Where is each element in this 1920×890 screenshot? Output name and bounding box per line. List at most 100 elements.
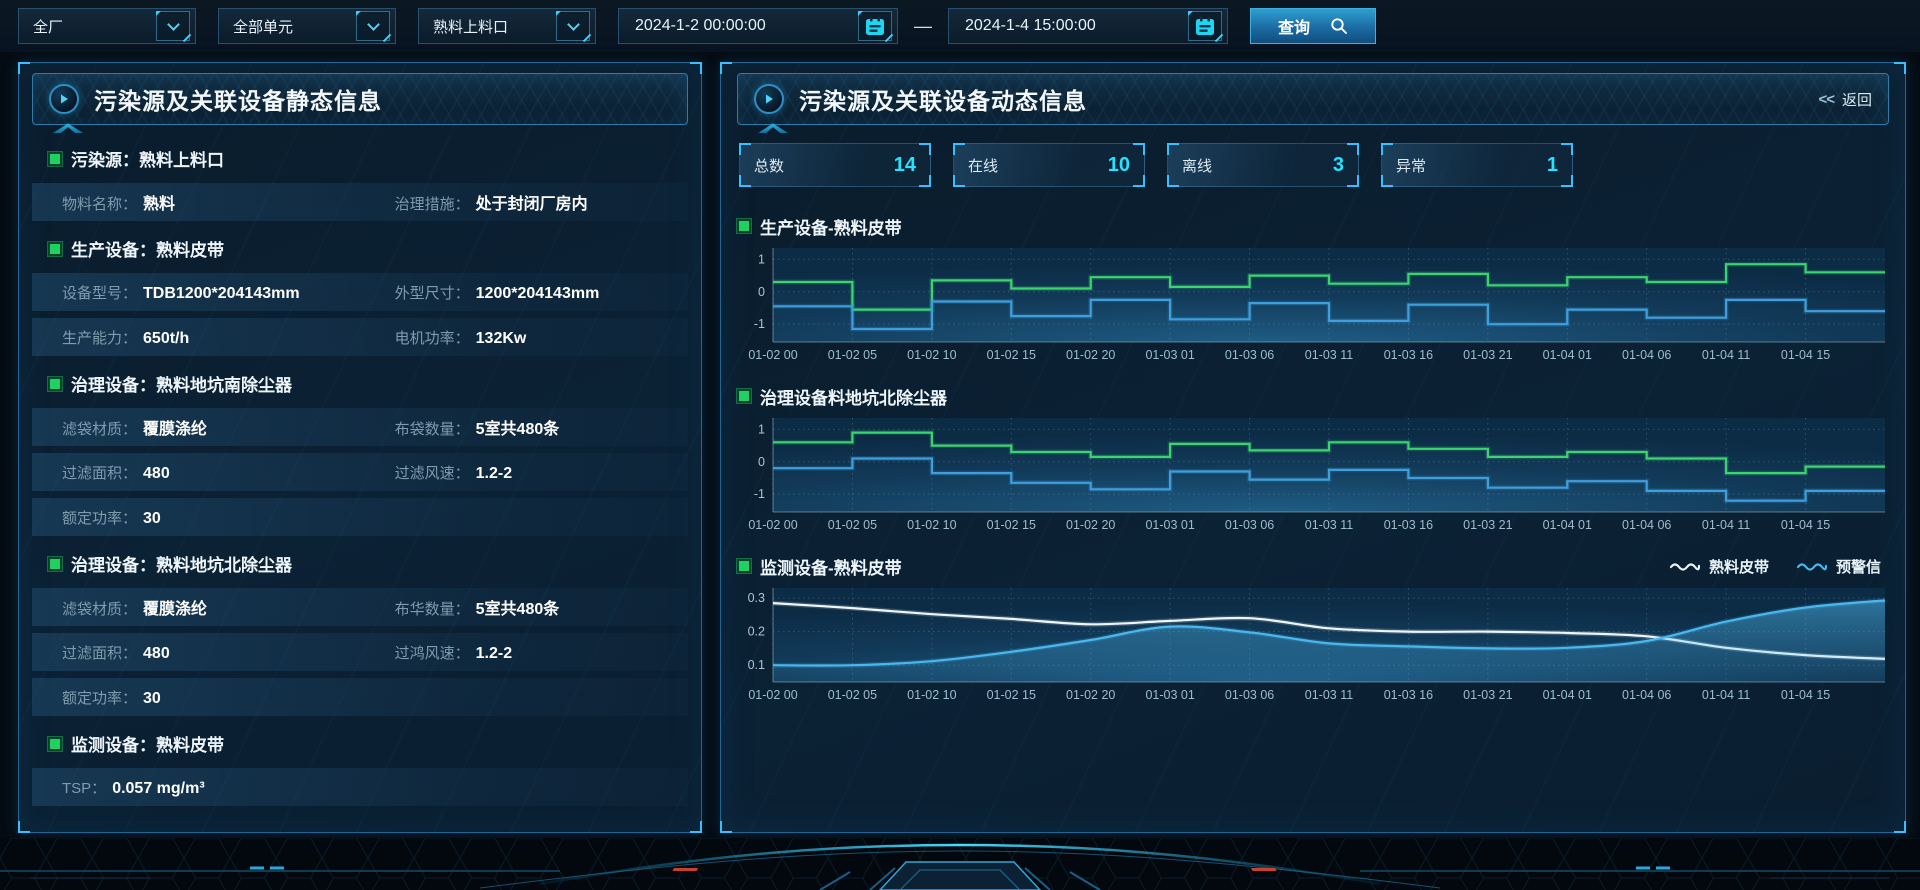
chart-svg: 10-101-02 0001-02 0501-02 1001-02 1501-0… [737,413,1889,537]
calendar-icon [864,15,886,37]
info-row: 设备型号：TDB1200*204143mm外型尺寸：1200*204143mm [32,273,688,311]
corner-accent [690,821,702,833]
filter-dropdown-3[interactable]: 熟料上料口 [418,8,596,44]
svg-text:01-03 21: 01-03 21 [1463,348,1512,362]
calendar-icon[interactable] [858,11,892,41]
info-value: 480 [143,645,170,663]
green-square-icon [50,739,60,749]
date-end-input[interactable]: 2024-1-4 15:00:00 [948,8,1228,44]
svg-text:01-03 11: 01-03 11 [1305,688,1353,702]
back-arrows-icon: << [1818,91,1834,108]
info-cell: 额定功率：30 [62,687,395,708]
svg-text:01-04 06: 01-04 06 [1622,688,1671,702]
date-start-input[interactable]: 2024-1-2 00:00:00 [618,8,898,44]
stat-label: 总数 [754,155,784,176]
chart-title-row: 治理设备料地坑北除尘器 [737,381,1889,411]
info-value: 5室共480条 [476,595,560,619]
chevron-down-icon[interactable] [156,11,190,41]
query-button-label: 查询 [1278,14,1310,38]
info-cell: 物料名称：熟料 [62,190,395,214]
info-label: 生产能力： [62,327,137,348]
filter-dropdown-1[interactable]: 全厂 [18,8,196,44]
chevron-down-icon[interactable] [356,11,390,41]
section-header-text: 治理设备：熟料地坑南除尘器 [71,371,292,396]
info-value: TDB1200*204143mm [143,285,300,303]
info-value: 132Kw [476,330,527,348]
svg-text:01-03 21: 01-03 21 [1463,518,1512,532]
svg-text:01-02 05: 01-02 05 [828,688,877,702]
info-value: 覆膜涤纶 [143,415,207,439]
stat-card-离线: 离线3 [1167,143,1359,187]
svg-text:01-02 00: 01-02 00 [748,518,797,532]
info-label: TSP： [62,777,106,798]
chevron-glyph [567,18,580,31]
corner-accent [1167,175,1179,187]
dropdown-value: 全部单元 [233,16,293,37]
info-cell: 外型尺寸：1200*204143mm [395,282,678,303]
svg-text:01-03 06: 01-03 06 [1225,518,1274,532]
back-button-label: 返回 [1842,89,1872,110]
svg-text:0.1: 0.1 [748,658,765,672]
filter-dropdown-2[interactable]: 全部单元 [218,8,396,44]
svg-text:01-04 01: 01-04 01 [1543,688,1592,702]
chevron-glyph [167,18,180,31]
calendar-icon [1194,15,1216,37]
info-cell: 布袋数量：5室共480条 [395,415,678,439]
info-row: 生产能力： 650t/h 电机功率： 132Kw [32,318,688,356]
stat-label: 离线 [1182,155,1212,176]
corner-accent [1347,143,1359,155]
info-value: 30 [143,690,161,708]
legend-item-预警信[interactable]: 预警信 [1797,556,1881,577]
device-stats-row: 总数14在线10离线3异常1 [739,143,1889,187]
chart-title: 监测设备-熟料皮带 [760,554,902,579]
chart-block-2: 治理设备料地坑北除尘器10-101-02 0001-02 0501-02 100… [737,381,1889,537]
corner-accent [1561,143,1573,155]
green-square-icon [50,379,60,389]
info-value: 熟料 [143,190,175,214]
chart-title-row: 监测设备-熟料皮带 熟料皮带 预警信 [737,551,1889,581]
stat-value: 14 [894,154,916,177]
query-button[interactable]: 查询 [1250,8,1376,44]
info-label: 电机功率： [395,327,470,348]
corner-accent [18,821,30,833]
chart-svg: 10-101-02 0001-02 0501-02 1001-02 1501-0… [737,243,1889,367]
dynamic-info-panel: 污染源及关联设备动态信息 << 返回 总数14在线10离线3异常1 生产设备-熟… [720,62,1906,833]
svg-text:01-03 01: 01-03 01 [1145,688,1194,702]
svg-text:01-04 11: 01-04 11 [1702,348,1750,362]
svg-text:0.3: 0.3 [748,591,765,605]
info-label: 额定功率： [62,507,137,528]
svg-text:01-02 10: 01-02 10 [907,518,956,532]
info-value: 处于封闭厂房内 [476,190,588,214]
calendar-icon[interactable] [1188,11,1222,41]
svg-text:01-02 20: 01-02 20 [1066,518,1115,532]
legend-item-熟料皮带[interactable]: 熟料皮带 [1670,556,1769,577]
green-square-icon [50,559,60,569]
corner-accent [1167,143,1179,155]
svg-text:1: 1 [758,252,765,266]
chart-legend: 熟料皮带 预警信 [1670,556,1889,577]
svg-text:01-02 15: 01-02 15 [987,688,1036,702]
corner-accent [1347,175,1359,187]
info-label: 过滤面积： [62,462,137,483]
info-value: 650t/h [143,330,189,348]
chart-title-row: 生产设备-熟料皮带 [737,211,1889,241]
stat-label: 在线 [968,155,998,176]
info-row: 物料名称：熟料治理措施：处于封闭厂房内 [32,183,688,221]
back-button[interactable]: << 返回 [1818,89,1872,110]
info-value: 30 [143,510,161,528]
wavy-line-icon [1797,560,1827,572]
corner-accent [1561,175,1573,187]
stat-card-异常: 异常1 [1381,143,1573,187]
section-header-row: 污染源：熟料上料口 [32,138,688,176]
corner-accent [953,143,965,155]
chevron-down-icon[interactable] [556,11,590,41]
svg-text:-1: -1 [754,487,765,501]
svg-text:01-03 06: 01-03 06 [1225,348,1274,362]
date-end-value: 2024-1-4 15:00:00 [965,17,1096,35]
info-row: 滤袋材质：覆膜涤纶布袋数量：5室共480条 [32,408,688,446]
section-header-text: 监测设备：熟料皮带 [71,731,224,756]
svg-text:01-02 15: 01-02 15 [987,518,1036,532]
info-cell: 过滤面积：480 [62,462,395,483]
search-icon [1330,17,1348,35]
svg-text:01-04 01: 01-04 01 [1543,348,1592,362]
